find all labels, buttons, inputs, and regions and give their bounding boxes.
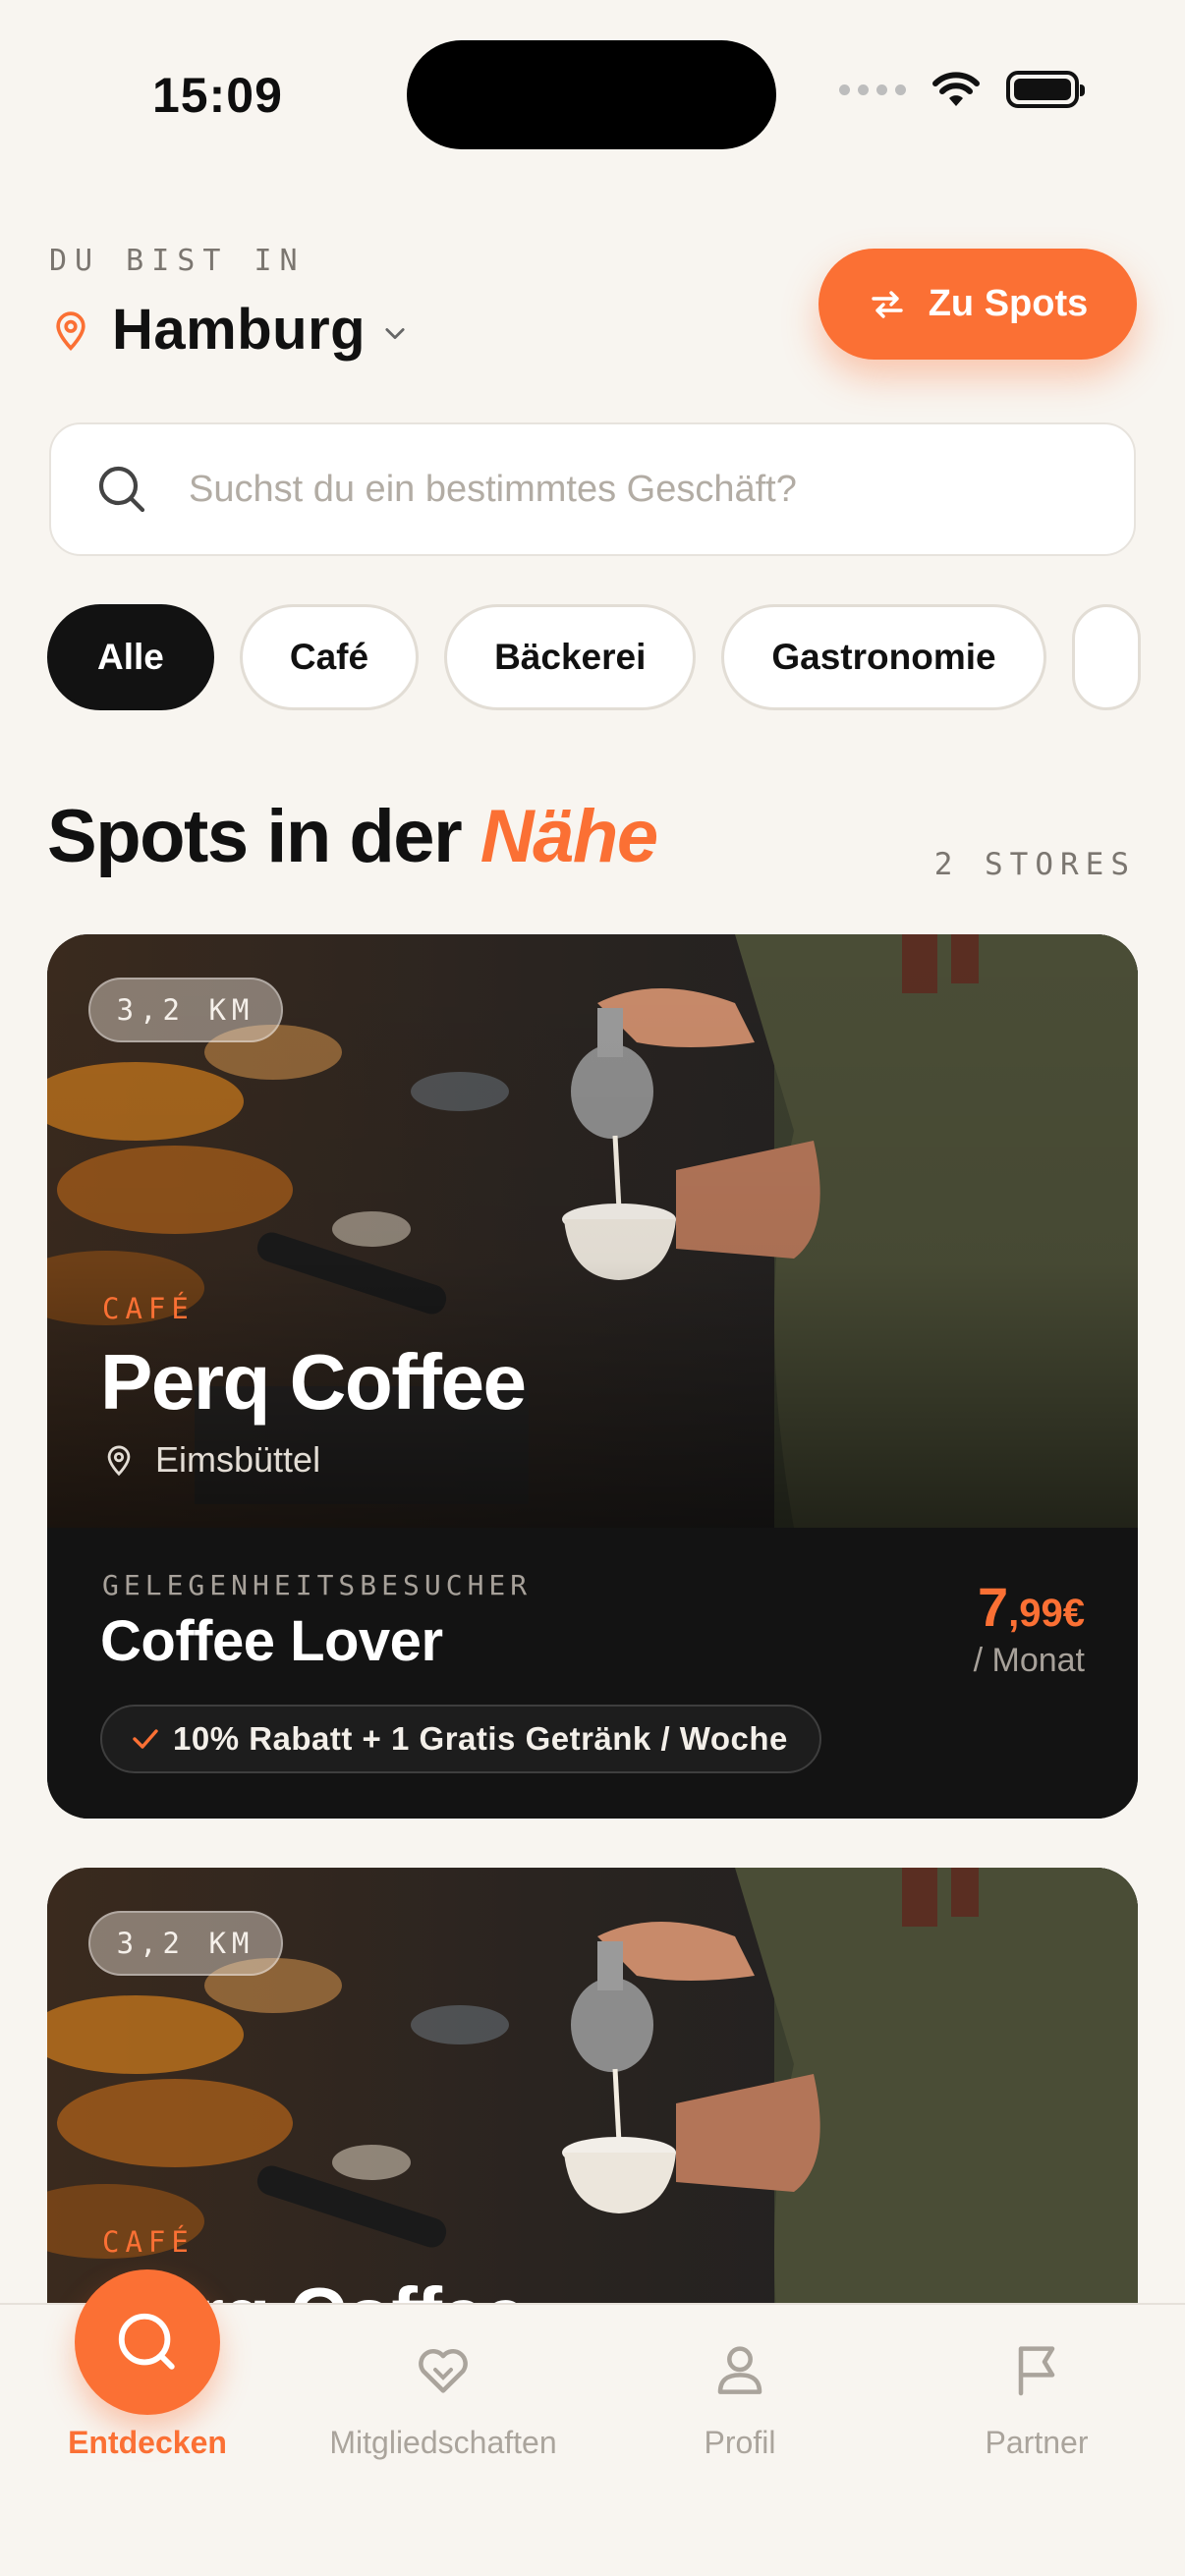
price-main: 7 — [977, 1576, 1009, 1638]
search-icon — [98, 466, 145, 513]
swap-arrows-icon — [872, 290, 903, 318]
section-title-prefix: Spots in der — [47, 795, 463, 878]
discover-fab[interactable] — [75, 2269, 220, 2415]
chip-baeckerei[interactable]: Bäckerei — [444, 604, 697, 710]
bottom-tab-bar: Entdecken Mitgliedschaften Profil Partne… — [0, 2269, 1185, 2576]
tier-label: GELEGENHEITSBESUCHER — [102, 1569, 533, 1601]
spot-category: CAFÉ — [102, 1292, 195, 1325]
search-bar[interactable] — [49, 422, 1136, 556]
map-pin-icon — [107, 1445, 131, 1477]
city-name: Hamburg — [112, 298, 367, 362]
dynamic-island — [407, 40, 776, 149]
spot-location-label: Eimsbüttel — [155, 1439, 321, 1480]
perk-badge: 10% Rabatt + 1 Gratis Getränk / Woche — [100, 1705, 821, 1773]
category-filter: Alle Café Bäckerei Gastronomie — [47, 604, 1141, 710]
perk-label: 10% Rabatt + 1 Gratis Getränk / Woche — [173, 1720, 788, 1757]
user-icon — [717, 2346, 762, 2394]
signal-icon — [839, 84, 906, 95]
section-title: Spots in der Nähe — [47, 794, 658, 879]
distance-badge: 3,2 KM — [88, 978, 283, 1042]
zu-spots-label: Zu Spots — [928, 283, 1089, 324]
app-screen: 15:09 DU BIST IN Hamburg Zu Spots Suchst… — [0, 0, 1185, 2576]
spot-location: Eimsbüttel — [102, 1439, 320, 1481]
check-icon — [133, 1729, 158, 1749]
heart-icon — [419, 2348, 468, 2393]
chip-more[interactable] — [1071, 604, 1141, 710]
spot-card[interactable]: 3,2 KM CAFÉ Perq Coffee Eimsbüttel GELEG… — [47, 934, 1138, 1819]
chip-cafe[interactable]: Café — [239, 604, 420, 710]
distance-badge: 3,2 KM — [88, 1911, 283, 1976]
price-period: / Monat — [973, 1642, 1085, 1679]
wifi-icon — [932, 72, 980, 106]
tab-label: Entdecken — [68, 2425, 227, 2460]
battery-icon — [1006, 71, 1085, 108]
tab-label: Mitgliedschaften — [329, 2425, 557, 2460]
location-eyebrow: DU BIST IN — [49, 244, 306, 278]
map-pin-icon — [56, 310, 85, 351]
chevron-down-icon — [385, 327, 405, 339]
price-cents: ,99€ — [1008, 1592, 1085, 1635]
tier-name: Coffee Lover — [100, 1609, 443, 1673]
chip-alle[interactable]: Alle — [47, 604, 214, 710]
store-count: 2 STORES — [933, 847, 1136, 882]
price: 7,99€ — [978, 1575, 1085, 1639]
chip-gastronomie[interactable]: Gastronomie — [721, 604, 1046, 710]
spot-name: Perq Coffee — [100, 1338, 527, 1426]
search-icon — [118, 2313, 175, 2370]
flag-icon — [1018, 2346, 1055, 2396]
zu-spots-button[interactable]: Zu Spots — [818, 249, 1137, 360]
city-selector[interactable]: Hamburg — [49, 297, 409, 363]
status-icons — [839, 71, 1085, 108]
spot-category: CAFÉ — [102, 2225, 195, 2259]
status-time: 15:09 — [152, 68, 283, 123]
spot-photo: 3,2 KM CAFÉ Perq Coffee Eimsbüttel — [47, 934, 1138, 1528]
home-indicator — [423, 2543, 762, 2554]
tab-label: Partner — [985, 2425, 1089, 2460]
search-input[interactable] — [189, 468, 1073, 511]
tab-label: Profil — [704, 2425, 776, 2460]
membership-panel: GELEGENHEITSBESUCHER Coffee Lover 7,99€ … — [47, 1528, 1138, 1819]
section-title-highlight: Nähe — [480, 795, 658, 878]
